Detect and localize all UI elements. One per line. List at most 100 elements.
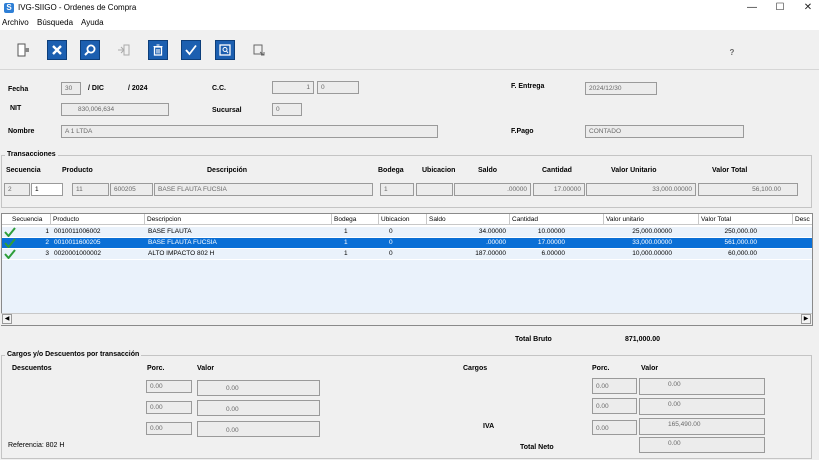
delete-button[interactable]	[148, 40, 168, 60]
checkmark-icon	[4, 249, 16, 259]
bodega-label: Bodega	[378, 167, 404, 174]
search-button[interactable]	[80, 40, 100, 60]
cargos-label: Cargos	[463, 365, 488, 372]
secuencia-field-1[interactable]: 2	[4, 183, 30, 196]
sucursal-label: Sucursal	[212, 107, 242, 114]
fecha-year-label: / 2024	[128, 85, 148, 92]
nit-label: NIT	[10, 105, 22, 112]
x-icon	[52, 45, 62, 55]
cargo-valor-field[interactable]: 0.00	[639, 398, 765, 415]
producto-field-1[interactable]: 11	[72, 183, 109, 196]
help-icon[interactable]: ?	[726, 48, 738, 60]
export-button[interactable]	[249, 40, 269, 60]
cell-valor-total: 561,000.00	[724, 239, 757, 246]
cell-saldo: 187.00000	[475, 250, 506, 257]
col-producto[interactable]: Producto	[51, 214, 145, 225]
col-valor-total[interactable]: Valor Total	[699, 214, 793, 225]
cell-descripcion: ALTO IMPACTO 802 H	[148, 250, 215, 257]
desc-valor-field[interactable]: 0.00	[197, 421, 320, 437]
cargo-porc-field[interactable]: 0.00	[592, 378, 637, 394]
valor-total-label: Valor Total	[712, 167, 748, 174]
scroll-right-icon[interactable]: ▶	[801, 314, 811, 324]
minimize-button[interactable]: —	[738, 0, 766, 16]
table-row[interactable]: 3 0020001000002 ALTO IMPACTO 802 H 1 0 1…	[2, 249, 812, 259]
fecha-month-label: / DIC	[88, 85, 104, 92]
ubicacion-field[interactable]	[416, 183, 453, 196]
menu-bar	[0, 16, 819, 30]
entrega-label: F. Entrega	[511, 83, 545, 90]
close-window-button[interactable]: ✕	[794, 0, 819, 16]
table-row-selected[interactable]: 2 0010011600205 BASE FLAUTA FUCSIA 1 0 .…	[2, 238, 812, 248]
fpago-field[interactable]: CONTADO	[585, 125, 744, 138]
nit-field[interactable]: 830,006,634	[61, 103, 169, 116]
preview-icon	[219, 44, 231, 56]
cell-producto: 0010011600205	[54, 239, 101, 246]
total-bruto-label: Total Bruto	[515, 336, 552, 343]
cell-cantidad: 10.00000	[537, 228, 565, 235]
cancel-button[interactable]	[47, 40, 67, 60]
iva-valor-field[interactable]: 165,490.00	[639, 418, 765, 435]
secuencia-field-2[interactable]: 1	[31, 183, 63, 196]
fpago-label: F.Pago	[511, 128, 534, 135]
new-document-button[interactable]	[13, 40, 33, 60]
cargo-valor-field[interactable]: 0.00	[639, 378, 765, 395]
desc-porc-field[interactable]: 0.00	[146, 401, 192, 414]
producto-label: Producto	[62, 167, 93, 174]
preview-button[interactable]	[215, 40, 235, 60]
nombre-field[interactable]: A 1 LTDA	[61, 125, 438, 138]
total-bruto-value: 871,000.00	[625, 336, 661, 343]
col-bodega[interactable]: Bodega	[332, 214, 379, 225]
menu-archivo[interactable]: Archivo	[2, 18, 29, 27]
cell-descripcion: BASE FLAUTA	[148, 228, 192, 235]
cell-seq: 3	[45, 250, 49, 257]
horizontal-scrollbar[interactable]	[1, 313, 812, 325]
cell-ubicacion: 0	[389, 239, 393, 246]
transfer-button[interactable]	[114, 40, 134, 60]
col-saldo[interactable]: Saldo	[427, 214, 510, 225]
cell-cantidad: 6.00000	[541, 250, 566, 257]
cell-ubicacion: 0	[389, 228, 393, 235]
cantidad-label: Cantidad	[542, 167, 572, 174]
cc-label: C.C.	[212, 85, 226, 92]
entrega-field[interactable]: 2024/12/30	[585, 82, 657, 95]
producto-field-2[interactable]: 600205	[110, 183, 153, 196]
valor-unitario-label: Valor Unitario	[611, 167, 657, 174]
cc-field-1[interactable]: 1	[272, 81, 314, 94]
desc-valor-label: Valor	[197, 365, 215, 372]
col-descripcion[interactable]: Descripcion	[145, 214, 332, 225]
cell-bodega: 1	[344, 239, 348, 246]
scroll-left-icon[interactable]: ◀	[2, 314, 12, 324]
maximize-button[interactable]: ☐	[766, 0, 794, 16]
transacciones-title: Transacciones	[5, 151, 58, 158]
app-icon: S	[4, 3, 14, 13]
valor-unitario-field[interactable]: 33,000.00000	[586, 183, 696, 196]
col-cantidad[interactable]: Cantidad	[510, 214, 604, 225]
cargo-porc-label: Porc.	[592, 365, 610, 372]
cell-seq: 1	[45, 228, 49, 235]
bodega-field[interactable]: 1	[380, 183, 414, 196]
col-desc[interactable]: Desc	[793, 214, 812, 225]
col-ubicacion[interactable]: Ubicacion	[379, 214, 427, 225]
saldo-field[interactable]: .00000	[454, 183, 531, 196]
desc-porc-field[interactable]: 0.00	[146, 380, 192, 393]
sucursal-field[interactable]: 0	[272, 103, 302, 116]
menu-busqueda[interactable]: Búsqueda	[37, 18, 73, 27]
window-title: IVG-SIIGO - Ordenes de Compra	[18, 3, 137, 12]
menu-ayuda[interactable]: Ayuda	[81, 18, 104, 27]
items-grid[interactable]: Secuencia Producto Descripcion Bodega Ub…	[1, 213, 813, 326]
cc-field-2[interactable]: 0	[317, 81, 359, 94]
confirm-button[interactable]	[181, 40, 201, 60]
desc-porc-field[interactable]: 0.00	[146, 422, 192, 435]
desc-valor-field[interactable]: 0.00	[197, 380, 320, 396]
cargo-porc-field[interactable]: 0.00	[592, 398, 637, 414]
col-secuencia[interactable]: Secuencia	[2, 214, 51, 225]
cantidad-field[interactable]: 17.00000	[533, 183, 585, 196]
iva-porc-field[interactable]: 0.00	[592, 420, 637, 435]
col-valor-unitario[interactable]: Valor unitario	[604, 214, 699, 225]
table-row[interactable]: 1 0010011006002 BASE FLAUTA 1 0 34.00000…	[2, 227, 812, 237]
secuencia-label: Secuencia	[6, 167, 41, 174]
valor-total-field[interactable]: 56,100.00	[698, 183, 798, 196]
fecha-day-field[interactable]: 30	[61, 82, 81, 95]
descripcion-field[interactable]: BASE FLAUTA FUCSIA	[154, 183, 373, 196]
desc-valor-field[interactable]: 0.00	[197, 400, 320, 416]
